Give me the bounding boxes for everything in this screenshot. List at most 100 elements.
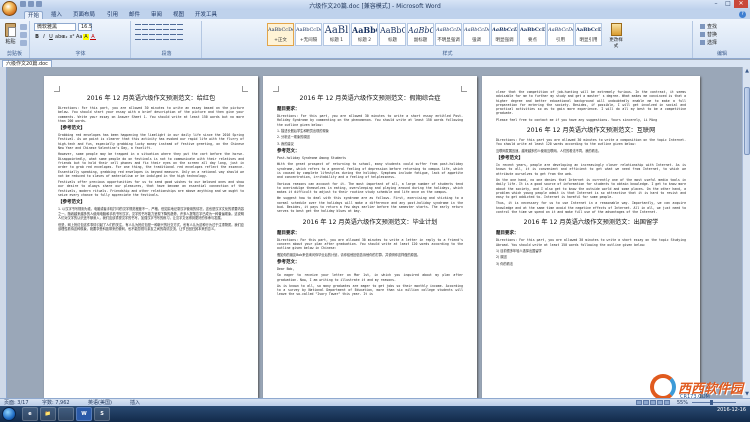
clipboard-group-label: 剪贴板 (6, 51, 22, 57)
close-button[interactable]: ✕ (734, 0, 748, 8)
copy-icon[interactable] (20, 32, 27, 38)
web-layout-icon[interactable] (650, 400, 656, 405)
style-sample: AaBbCcDd (268, 27, 293, 33)
bold-button[interactable]: B (34, 34, 40, 40)
zoom-slider[interactable] (692, 400, 736, 405)
scroll-down-icon[interactable]: ▼ (744, 391, 750, 397)
numbering-icon[interactable] (142, 24, 148, 30)
outline-item: 3) 你的看法 (496, 261, 514, 266)
reference-heading: 【参考范文】 (58, 126, 85, 132)
show-marks-icon[interactable] (177, 24, 183, 30)
cut-icon[interactable] (20, 24, 27, 30)
format-painter-icon[interactable] (20, 40, 27, 46)
tab-developer[interactable]: 开发工具 (192, 11, 220, 19)
strikethrough-button[interactable]: abe (55, 34, 64, 40)
scroll-thumb[interactable] (744, 87, 750, 155)
style-heading-2[interactable]: AaBbC 标题 2 (351, 23, 378, 46)
document-page-1[interactable]: 2016 年 12 月英语六级作文预测范文：给红包 Directions: Fo… (44, 76, 258, 398)
print-layout-icon[interactable] (636, 400, 642, 405)
draft-view-icon[interactable] (664, 400, 670, 405)
style-sample: AaBbC (408, 26, 433, 35)
style-emphasis[interactable]: AaBbCcDd 强调 (463, 23, 490, 46)
tab-insert[interactable]: 插入 (48, 11, 65, 19)
full-screen-icon[interactable] (643, 400, 649, 405)
paste-button[interactable]: 粘贴 (3, 23, 18, 47)
tab-review[interactable]: 审阅 (148, 11, 165, 19)
essay-title: 2016 年 12 月英语六级作文预测范文：给红包 (86, 95, 216, 102)
maximize-button[interactable]: □ (722, 0, 734, 8)
superscript-button[interactable]: x² (69, 34, 75, 40)
crop-mark (242, 86, 248, 92)
style-quote[interactable]: AaBbCcDd 引用 (547, 23, 574, 46)
windows-taskbar: e 📁 W S 2016-12-16 (0, 406, 750, 422)
line-spacing-icon[interactable] (163, 34, 169, 40)
font-color-button[interactable]: A (90, 34, 96, 40)
outline-item: 1) 目前很多年轻人选择出国留学 (496, 248, 542, 253)
shading-icon[interactable] (170, 34, 176, 40)
minimize-button[interactable]: – (710, 0, 722, 8)
find-button[interactable]: 查找 (700, 23, 726, 31)
tab-view[interactable]: 视图 (170, 11, 187, 19)
essay-paragraph-cn: 1. 以汉字书写规则为准，电脑或者手机打印的汉字规范程度不一，严格，但如实地记录… (58, 207, 244, 221)
scroll-up-icon[interactable]: ▲ (744, 68, 750, 74)
highlight-button[interactable]: A (83, 34, 89, 40)
system-clock[interactable]: 2016-12-16 (717, 407, 746, 413)
align-row (135, 34, 183, 40)
media-icon[interactable] (58, 407, 74, 421)
explorer-icon[interactable]: 📁 (40, 407, 56, 421)
tab-page-layout[interactable]: 页面布局 (70, 11, 98, 19)
zoom-slider-knob[interactable] (710, 400, 713, 405)
app-taskbar-icon[interactable]: S (94, 407, 110, 421)
subscript-button[interactable]: x₂ (62, 34, 68, 40)
align-center-icon[interactable] (142, 34, 148, 40)
underline-button[interactable]: U (48, 34, 54, 40)
essay-paragraph: We suggest how to deal with this syndrom… (277, 196, 463, 214)
italic-button[interactable]: I (41, 34, 47, 40)
decrease-indent-icon[interactable] (156, 24, 162, 30)
office-button[interactable] (2, 1, 17, 16)
sort-icon[interactable] (170, 24, 176, 30)
style-subtle-emphasis[interactable]: AaBbCcDd 不明显强调 (435, 23, 462, 46)
essay-paragraph-cn: 假如你的朋友Bob来信询问你毕业后的计划，请你给他回信告诉他你的打算，并说明你这… (277, 252, 421, 257)
replace-button[interactable]: 替换 (700, 31, 726, 39)
style-title[interactable]: AaBbC 标题 (379, 23, 406, 46)
borders-icon[interactable] (177, 34, 183, 40)
style-name: +正文 (274, 38, 287, 43)
multilevel-list-icon[interactable] (149, 24, 155, 30)
essay-paragraph: So eager to receive your letter on Mar 1… (277, 273, 463, 282)
essay-paragraph: Thus, it is necessary for us to use Inte… (496, 201, 686, 215)
change-case-button[interactable]: Aa (76, 34, 82, 40)
style-intense-quote[interactable]: AaBbCcDd 明显引用 (575, 23, 602, 46)
font-size-select[interactable]: 16.5 (78, 23, 92, 31)
start-button[interactable] (2, 407, 16, 421)
tab-references[interactable]: 引用 (104, 11, 121, 19)
font-name-select[interactable]: 微软雅黑 (34, 23, 76, 31)
style-no-spacing[interactable]: AaBbCcDd +无间隔 (295, 23, 322, 46)
change-styles-button[interactable]: 更改样式 (608, 23, 624, 50)
outline-view-icon[interactable] (657, 400, 663, 405)
style-heading-1[interactable]: AaBl 标题 1 (323, 23, 350, 46)
align-right-icon[interactable] (149, 34, 155, 40)
document-tab[interactable]: 六级作文20篇.doc (2, 60, 52, 67)
vertical-scrollbar[interactable]: ▲ ▼ (742, 67, 750, 398)
style-normal[interactable]: AaBbCcDd +正文 (267, 23, 294, 46)
style-subtitle[interactable]: AaBbC 副标题 (407, 23, 434, 46)
word-taskbar-icon[interactable]: W (76, 407, 92, 421)
tab-home[interactable]: 开始 (24, 11, 44, 19)
ie-icon[interactable]: e (22, 407, 38, 421)
justify-icon[interactable] (156, 34, 162, 40)
style-intense-emphasis[interactable]: AaBbCcDd 明显强调 (491, 23, 518, 46)
style-strong[interactable]: AaBbCcDd 要点 (519, 23, 546, 46)
tab-mailings[interactable]: 邮件 (126, 11, 143, 19)
bullets-icon[interactable] (135, 24, 141, 30)
select-button[interactable]: 选择 (700, 39, 726, 47)
styles-group-label: 样式 (442, 51, 453, 57)
outline-item: 3. 我的建议 (277, 141, 294, 146)
increase-indent-icon[interactable] (163, 24, 169, 30)
align-left-icon[interactable] (135, 34, 141, 40)
help-icon[interactable]: ? (739, 11, 746, 18)
document-page-3[interactable]: clear that the competition of job-huntin… (482, 76, 700, 398)
editing-group-label: 编辑 (716, 51, 727, 57)
essay-paragraph: Various reasons can account for it. The … (277, 181, 463, 195)
document-page-2[interactable]: 2016 年 12 月英语六级作文预测范文：假期综合症 题目要求： Direct… (263, 76, 477, 398)
